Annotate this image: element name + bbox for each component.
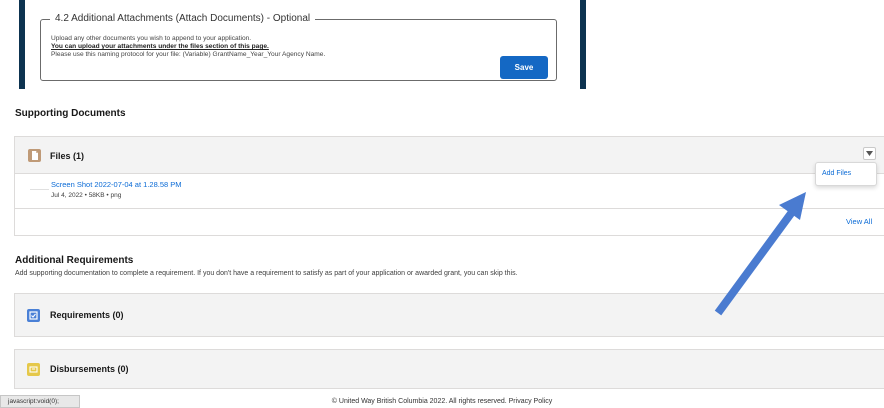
annotation-arrow-icon <box>714 192 806 316</box>
